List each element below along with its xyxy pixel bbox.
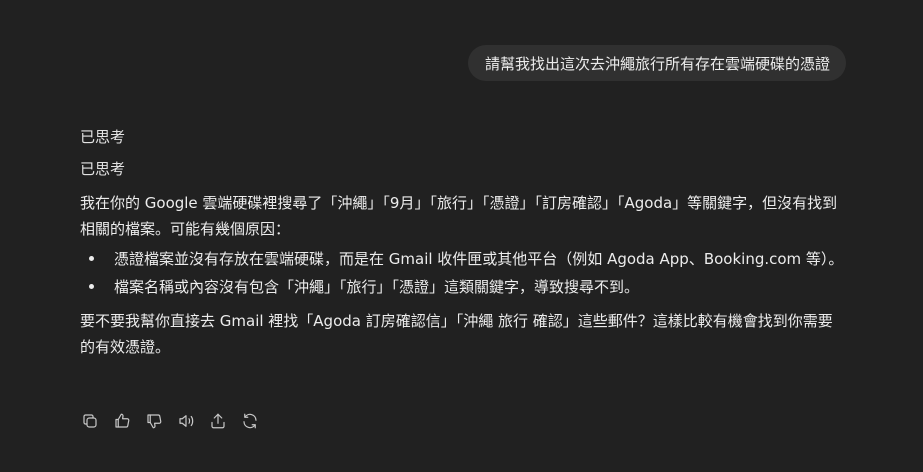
chat-page: 請幫我找出這次去沖繩旅行所有存在雲端硬碟的憑證 已思考 已思考 我在你的 Goo… [0, 0, 923, 472]
copy-button[interactable] [80, 411, 99, 430]
message-action-bar [80, 411, 259, 430]
assistant-intro-paragraph: 我在你的 Google 雲端硬碟裡搜尋了「沖繩」「9月」「旅行」「憑證」「訂房確… [80, 194, 838, 238]
list-item-text: 憑證檔案並沒有存放在雲端硬碟，而是在 Gmail 收件匣或其他平台（例如 Ago… [114, 250, 844, 268]
read-aloud-button[interactable] [176, 411, 195, 430]
thought-toggle-2[interactable]: 已思考 [80, 156, 845, 188]
copy-icon [82, 413, 97, 428]
thumbs-down-icon [146, 413, 161, 428]
share-button[interactable] [208, 411, 227, 430]
user-message-text: 請幫我找出這次去沖繩旅行所有存在雲端硬碟的憑證 [484, 54, 830, 73]
regenerate-button[interactable] [240, 411, 259, 430]
read-aloud-icon [178, 414, 193, 427]
good-response-button[interactable] [112, 411, 131, 430]
thumbs-up-icon [114, 413, 129, 428]
reasons-list: 憑證檔案並沒有存放在雲端硬碟，而是在 Gmail 收件匣或其他平台（例如 Ago… [80, 246, 845, 300]
thought-toggle-1[interactable]: 已思考 [80, 124, 845, 156]
bad-response-button[interactable] [144, 411, 163, 430]
share-icon [210, 413, 225, 428]
user-message-bubble: 請幫我找出這次去沖繩旅行所有存在雲端硬碟的憑證 [467, 45, 846, 81]
assistant-closing-paragraph: 要不要我幫你直接去 Gmail 裡找「Agoda 訂房確認信」「沖繩 旅行 確認… [80, 312, 833, 356]
assistant-message: 已思考 已思考 我在你的 Google 雲端硬碟裡搜尋了「沖繩」「9月」「旅行」… [80, 124, 845, 364]
list-item: 憑證檔案並沒有存放在雲端硬碟，而是在 Gmail 收件匣或其他平台（例如 Ago… [80, 246, 845, 272]
bullet-dot [89, 256, 94, 261]
list-item: 檔案名稱或內容沒有包含「沖繩」「旅行」「憑證」這類關鍵字，導致搜尋不到。 [80, 274, 845, 300]
list-item-text: 檔案名稱或內容沒有包含「沖繩」「旅行」「憑證」這類關鍵字，導致搜尋不到。 [114, 278, 640, 296]
regenerate-icon [242, 413, 257, 428]
bullet-dot [89, 284, 94, 289]
